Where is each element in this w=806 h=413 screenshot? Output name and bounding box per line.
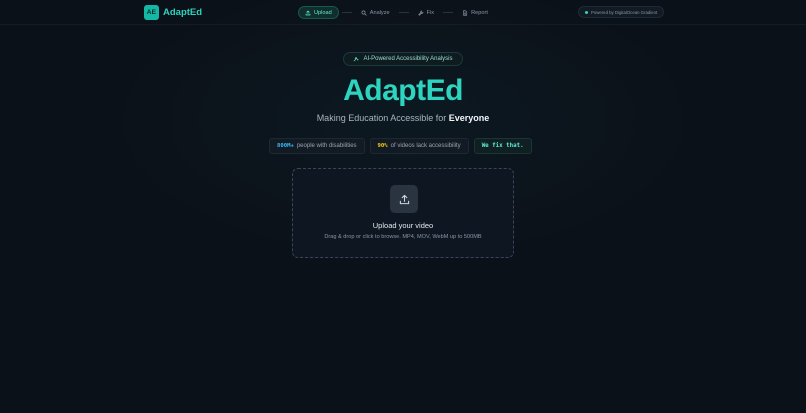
top-nav: AE AdaptEd Upload Analyze Fix Report Pow… — [0, 0, 806, 25]
step-fix[interactable]: Fix — [412, 6, 440, 19]
wrench-icon — [418, 10, 423, 16]
upload-hint: Drag & drop or click to browse. MP4, MOV… — [324, 234, 482, 240]
logo-badge: AE — [144, 5, 159, 20]
hero-title: AdaptEd — [343, 74, 463, 107]
step-label: Fix — [426, 9, 435, 16]
document-icon — [463, 9, 468, 16]
upload-icon-box — [390, 185, 418, 213]
powered-by-badge[interactable]: Powered by DigitalOcean Gradient — [578, 6, 665, 18]
progress-steps: Upload Analyze Fix Report — [298, 6, 494, 19]
upload-dropzone[interactable]: Upload your video Drag & drop or click t… — [292, 168, 514, 258]
feature-pill-label: AI-Powered Accessibility Analysis — [363, 56, 453, 62]
upload-title: Upload your video — [372, 221, 434, 230]
step-upload[interactable]: Upload — [298, 6, 339, 19]
stat-disabilities: 800M+ people with disabilities — [269, 138, 365, 154]
stat-highlight: 800M+ — [277, 143, 294, 149]
upload-icon — [305, 10, 311, 15]
search-icon — [361, 10, 367, 16]
logo[interactable]: AE AdaptEd — [144, 4, 202, 21]
stat-text: people with disabilities — [296, 143, 357, 149]
step-connector — [443, 12, 454, 13]
stats-row: 800M+ people with disabilities 90% of vi… — [269, 138, 532, 154]
stat-highlight: 90% — [377, 143, 388, 149]
feature-pill: AI-Powered Accessibility Analysis — [343, 52, 463, 66]
step-analyze[interactable]: Analyze — [355, 6, 396, 19]
powered-by-text: Powered by DigitalOcean Gradient — [591, 9, 658, 15]
upload-icon — [399, 194, 409, 204]
step-label: Analyze — [369, 9, 390, 16]
subtitle-text: Making Education Accessible for — [316, 113, 449, 123]
step-report[interactable]: Report — [456, 6, 494, 19]
stat-videos: 90% of videos lack accessibility — [369, 138, 469, 154]
stat-text: of videos lack accessibility — [390, 143, 461, 149]
stat-we-fix-that: We fix that. — [473, 138, 532, 154]
step-connector — [341, 12, 352, 13]
stat-highlight: We fix that. — [481, 143, 524, 149]
sparkle-icon — [354, 56, 360, 62]
logo-name: AdaptEd — [163, 7, 203, 18]
hero-subtitle: Making Education Accessible for Everyone — [0, 113, 806, 123]
step-connector — [398, 12, 409, 13]
page: AE AdaptEd Upload Analyze Fix Report Pow… — [0, 0, 806, 413]
step-label: Report — [471, 9, 488, 16]
step-label: Upload — [314, 9, 332, 16]
status-dot — [585, 10, 588, 14]
subtitle-emphasis: Everyone — [448, 113, 490, 123]
